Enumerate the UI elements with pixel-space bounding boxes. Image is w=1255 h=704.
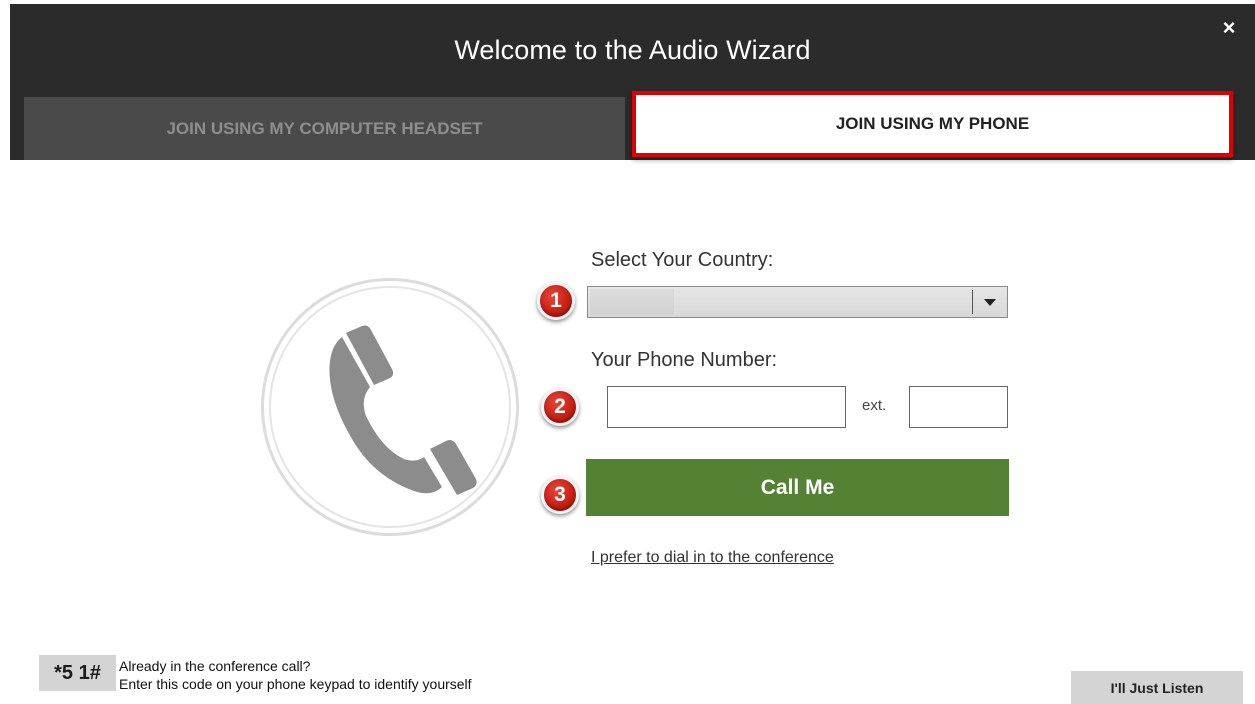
- chevron-down-icon: [984, 298, 996, 306]
- step-1-badge: 1: [537, 282, 575, 320]
- close-icon[interactable]: ×: [1219, 17, 1239, 39]
- tab-computer-headset[interactable]: JOIN USING MY COMPUTER HEADSET: [24, 97, 625, 160]
- tab-phone[interactable]: JOIN USING MY PHONE: [632, 91, 1233, 157]
- phone-number-label: Your Phone Number:: [591, 349, 778, 371]
- ext-label: ext.: [862, 397, 887, 414]
- already-in-call-subtitle: Enter this code on your phone keypad to …: [119, 676, 472, 692]
- step-2-badge: 2: [541, 388, 579, 426]
- country-select-arrow[interactable]: [973, 287, 1007, 317]
- keypad-code: *5 1#: [39, 655, 116, 691]
- phone-illustration: [261, 278, 519, 536]
- ext-input[interactable]: [909, 386, 1008, 428]
- country-label: Select Your Country:: [591, 249, 774, 271]
- tab-computer-headset-label: JOIN USING MY COMPUTER HEADSET: [166, 118, 483, 138]
- phone-number-input[interactable]: [607, 386, 846, 428]
- dialog-title: Welcome to the Audio Wizard: [454, 35, 811, 65]
- just-listen-button[interactable]: I'll Just Listen: [1071, 671, 1243, 704]
- country-select-value: [590, 289, 674, 315]
- just-listen-button-label: I'll Just Listen: [1110, 679, 1204, 696]
- call-me-button[interactable]: Call Me: [586, 459, 1009, 516]
- step-3-badge: 3: [541, 476, 579, 514]
- call-me-button-label: Call Me: [760, 475, 835, 499]
- dial-in-link[interactable]: I prefer to dial in to the conference: [591, 549, 834, 567]
- phone-handset-icon: [329, 325, 477, 495]
- already-in-call-title: Already in the conference call?: [119, 658, 311, 674]
- country-select[interactable]: [587, 286, 1008, 318]
- tab-phone-label: JOIN USING MY PHONE: [835, 114, 1030, 133]
